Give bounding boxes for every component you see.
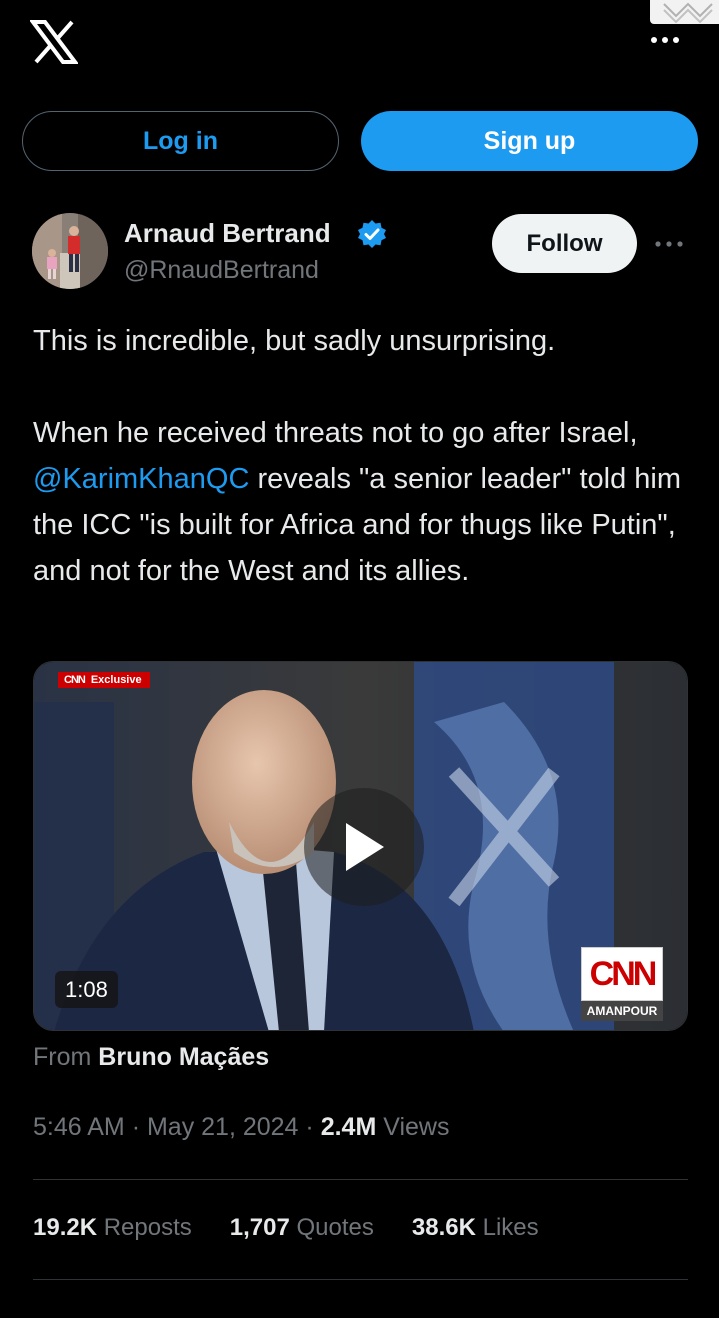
show-label: AMANPOUR	[581, 1001, 663, 1021]
verified-badge-icon	[357, 219, 387, 249]
divider	[33, 1279, 688, 1280]
tweet-meta: 5:46 AM · May 21, 2024 · 2.4M Views	[33, 1113, 450, 1142]
more-dots-icon[interactable]	[648, 28, 684, 52]
quotes-stat[interactable]: 1,707 Quotes	[230, 1214, 374, 1242]
exclusive-tag-label: Exclusive	[90, 674, 142, 686]
mention-link[interactable]: @KarimKhanQC	[33, 463, 249, 495]
tweet-text: This is incredible, but sadly unsurprisi…	[33, 318, 693, 594]
views-label: Views	[383, 1113, 450, 1141]
video-duration: 1:08	[55, 971, 118, 1008]
tweet-line-1: This is incredible, but sadly unsurprisi…	[33, 325, 556, 357]
reposts-label: Reposts	[103, 1214, 192, 1241]
author-handle[interactable]: @RnaudBertrand	[124, 256, 319, 285]
signup-button[interactable]: Sign up	[361, 111, 698, 171]
views-count: 2.4M	[320, 1113, 377, 1141]
source-name[interactable]: Bruno Maçães	[98, 1043, 269, 1071]
tweet-paragraph-2: When he received threats not to go after…	[33, 410, 693, 594]
play-icon[interactable]	[304, 788, 424, 906]
meta-separator: ·	[305, 1113, 314, 1141]
meta-separator: ·	[131, 1113, 141, 1141]
cnn-logo: CNN	[581, 947, 663, 1001]
login-button[interactable]: Log in	[22, 111, 339, 171]
source-prefix: From	[33, 1043, 92, 1071]
tweet-time[interactable]: 5:46 AM	[33, 1113, 125, 1141]
x-logo-icon[interactable]	[29, 20, 79, 64]
quotes-count: 1,707	[229, 1214, 290, 1241]
engagement-stats: 19.2K Reposts 1,707 Quotes 38.6K Likes	[33, 1214, 577, 1242]
tweet-date[interactable]: May 21, 2024	[147, 1113, 299, 1141]
tweet-text-before-mention: When he received threats not to go after…	[33, 417, 638, 449]
top-bar	[0, 0, 719, 90]
quotes-label: Quotes	[296, 1214, 374, 1241]
tweet-more-icon[interactable]	[652, 232, 688, 256]
exclusive-tag: CNN Exclusive	[58, 672, 150, 688]
author-name[interactable]: Arnaud Bertrand	[124, 218, 331, 249]
likes-label: Likes	[482, 1214, 539, 1241]
likes-count: 38.6K	[411, 1214, 476, 1241]
video-source: From Bruno Maçães	[33, 1043, 269, 1072]
exclusive-tag-logo: CNN	[64, 674, 86, 686]
divider	[33, 1179, 688, 1180]
reposts-count: 19.2K	[33, 1214, 98, 1241]
avatar[interactable]	[32, 213, 108, 289]
reposts-stat[interactable]: 19.2K Reposts	[33, 1214, 192, 1242]
video-player[interactable]: CNN Exclusive 1:08 CNN AMANPOUR	[33, 661, 688, 1031]
follow-button[interactable]: Follow	[492, 214, 637, 273]
likes-stat[interactable]: 38.6K Likes	[412, 1214, 539, 1242]
